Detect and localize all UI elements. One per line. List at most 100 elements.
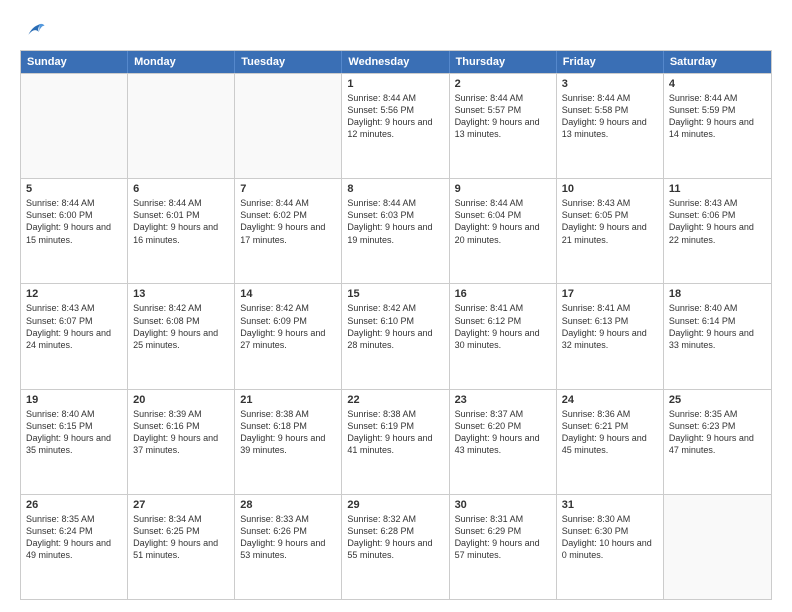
cell-day-number: 7 <box>240 183 336 195</box>
cell-info: Sunrise: 8:31 AM Sunset: 6:29 PM Dayligh… <box>455 513 551 562</box>
calendar-cell: 26 Sunrise: 8:35 AM Sunset: 6:24 PM Dayli… <box>21 495 128 599</box>
calendar-cell: 1 Sunrise: 8:44 AM Sunset: 5:56 PM Daylig… <box>342 74 449 178</box>
cell-day-number: 6 <box>133 183 229 195</box>
calendar-row-1: 5Sunrise: 8:44 AM Sunset: 6:00 PM Daylig… <box>21 178 771 283</box>
calendar-cell: 29Sunrise: 8:32 AM Sunset: 6:28 PM Dayli… <box>342 495 449 599</box>
cell-day-number: 25 <box>669 394 766 406</box>
calendar-cell: 19Sunrise: 8:40 AM Sunset: 6:15 PM Dayli… <box>21 390 128 494</box>
cell-info: Sunrise: 8:30 AM Sunset: 6:30 PM Dayligh… <box>562 513 658 562</box>
cell-info: Sunrise: 8:44 AM Sunset: 5:56 PM Dayligh… <box>347 92 443 141</box>
calendar-row-0: 1 Sunrise: 8:44 AM Sunset: 5:56 PM Daylig… <box>21 73 771 178</box>
calendar-header-sunday: Sunday <box>21 51 128 73</box>
cell-day-number: 10 <box>562 183 658 195</box>
cell-info: Sunrise: 8:39 AM Sunset: 6:16 PM Dayligh… <box>133 408 229 457</box>
cell-info: Sunrise: 8:42 AM Sunset: 6:09 PM Dayligh… <box>240 302 336 351</box>
header <box>20 16 772 42</box>
cell-info: Sunrise: 8:38 AM Sunset: 6:19 PM Dayligh… <box>347 408 443 457</box>
logo-bird-icon <box>24 20 46 42</box>
calendar-cell: 8 Sunrise: 8:44 AM Sunset: 6:03 PM Daylig… <box>342 179 449 283</box>
calendar-cell: 22 Sunrise: 8:38 AM Sunset: 6:19 PM Dayli… <box>342 390 449 494</box>
cell-info: Sunrise: 8:35 AM Sunset: 6:23 PM Dayligh… <box>669 408 766 457</box>
cell-info: Sunrise: 8:44 AM Sunset: 6:02 PM Dayligh… <box>240 197 336 246</box>
calendar: SundayMondayTuesdayWednesdayThursdayFrid… <box>20 50 772 600</box>
calendar-row-3: 19Sunrise: 8:40 AM Sunset: 6:15 PM Dayli… <box>21 389 771 494</box>
calendar-cell: 4Sunrise: 8:44 AM Sunset: 5:59 PM Daylig… <box>664 74 771 178</box>
cell-day-number: 2 <box>455 78 551 90</box>
calendar-header-thursday: Thursday <box>450 51 557 73</box>
calendar-cell: 12Sunrise: 8:43 AM Sunset: 6:07 PM Dayli… <box>21 284 128 388</box>
calendar-cell: 30 Sunrise: 8:31 AM Sunset: 6:29 PM Dayli… <box>450 495 557 599</box>
calendar-cell: 17Sunrise: 8:41 AM Sunset: 6:13 PM Dayli… <box>557 284 664 388</box>
calendar-cell: 20 Sunrise: 8:39 AM Sunset: 6:16 PM Dayli… <box>128 390 235 494</box>
calendar-cell: 25 Sunrise: 8:35 AM Sunset: 6:23 PM Dayli… <box>664 390 771 494</box>
cell-info: Sunrise: 8:40 AM Sunset: 6:15 PM Dayligh… <box>26 408 122 457</box>
calendar-cell: 3Sunrise: 8:44 AM Sunset: 5:58 PM Daylig… <box>557 74 664 178</box>
cell-info: Sunrise: 8:42 AM Sunset: 6:10 PM Dayligh… <box>347 302 443 351</box>
cell-day-number: 23 <box>455 394 551 406</box>
calendar-cell: 10 Sunrise: 8:43 AM Sunset: 6:05 PM Dayli… <box>557 179 664 283</box>
calendar-body: 1 Sunrise: 8:44 AM Sunset: 5:56 PM Daylig… <box>21 73 771 599</box>
calendar-cell: 9Sunrise: 8:44 AM Sunset: 6:04 PM Daylig… <box>450 179 557 283</box>
calendar-cell <box>128 74 235 178</box>
calendar-row-4: 26 Sunrise: 8:35 AM Sunset: 6:24 PM Dayli… <box>21 494 771 599</box>
calendar-cell: 16 Sunrise: 8:41 AM Sunset: 6:12 PM Dayli… <box>450 284 557 388</box>
cell-info: Sunrise: 8:41 AM Sunset: 6:12 PM Dayligh… <box>455 302 551 351</box>
cell-info: Sunrise: 8:33 AM Sunset: 6:26 PM Dayligh… <box>240 513 336 562</box>
cell-info: Sunrise: 8:32 AM Sunset: 6:28 PM Dayligh… <box>347 513 443 562</box>
calendar-cell: 21 Sunrise: 8:38 AM Sunset: 6:18 PM Dayli… <box>235 390 342 494</box>
calendar-header-friday: Friday <box>557 51 664 73</box>
calendar-cell <box>235 74 342 178</box>
calendar-cell: 11 Sunrise: 8:43 AM Sunset: 6:06 PM Dayli… <box>664 179 771 283</box>
calendar-row-2: 12Sunrise: 8:43 AM Sunset: 6:07 PM Dayli… <box>21 283 771 388</box>
page: SundayMondayTuesdayWednesdayThursdayFrid… <box>0 0 792 612</box>
cell-day-number: 24 <box>562 394 658 406</box>
calendar-cell: 15 Sunrise: 8:42 AM Sunset: 6:10 PM Dayli… <box>342 284 449 388</box>
cell-day-number: 26 <box>26 499 122 511</box>
calendar-header: SundayMondayTuesdayWednesdayThursdayFrid… <box>21 51 771 73</box>
cell-day-number: 30 <box>455 499 551 511</box>
cell-info: Sunrise: 8:43 AM Sunset: 6:05 PM Dayligh… <box>562 197 658 246</box>
calendar-cell <box>664 495 771 599</box>
cell-day-number: 16 <box>455 288 551 300</box>
calendar-header-wednesday: Wednesday <box>342 51 449 73</box>
calendar-cell: 13 Sunrise: 8:42 AM Sunset: 6:08 PM Dayli… <box>128 284 235 388</box>
cell-info: Sunrise: 8:36 AM Sunset: 6:21 PM Dayligh… <box>562 408 658 457</box>
cell-info: Sunrise: 8:43 AM Sunset: 6:06 PM Dayligh… <box>669 197 766 246</box>
cell-day-number: 18 <box>669 288 766 300</box>
cell-day-number: 22 <box>347 394 443 406</box>
cell-info: Sunrise: 8:35 AM Sunset: 6:24 PM Dayligh… <box>26 513 122 562</box>
calendar-header-saturday: Saturday <box>664 51 771 73</box>
cell-day-number: 12 <box>26 288 122 300</box>
cell-day-number: 15 <box>347 288 443 300</box>
cell-info: Sunrise: 8:42 AM Sunset: 6:08 PM Dayligh… <box>133 302 229 351</box>
cell-day-number: 1 <box>347 78 443 90</box>
cell-info: Sunrise: 8:44 AM Sunset: 6:00 PM Dayligh… <box>26 197 122 246</box>
cell-day-number: 13 <box>133 288 229 300</box>
cell-info: Sunrise: 8:37 AM Sunset: 6:20 PM Dayligh… <box>455 408 551 457</box>
cell-day-number: 27 <box>133 499 229 511</box>
cell-day-number: 17 <box>562 288 658 300</box>
cell-info: Sunrise: 8:44 AM Sunset: 6:03 PM Dayligh… <box>347 197 443 246</box>
cell-day-number: 8 <box>347 183 443 195</box>
cell-info: Sunrise: 8:44 AM Sunset: 5:57 PM Dayligh… <box>455 92 551 141</box>
cell-info: Sunrise: 8:38 AM Sunset: 6:18 PM Dayligh… <box>240 408 336 457</box>
calendar-cell: 5Sunrise: 8:44 AM Sunset: 6:00 PM Daylig… <box>21 179 128 283</box>
calendar-cell: 18 Sunrise: 8:40 AM Sunset: 6:14 PM Dayli… <box>664 284 771 388</box>
cell-day-number: 3 <box>562 78 658 90</box>
cell-day-number: 21 <box>240 394 336 406</box>
calendar-cell: 7 Sunrise: 8:44 AM Sunset: 6:02 PM Daylig… <box>235 179 342 283</box>
cell-day-number: 31 <box>562 499 658 511</box>
calendar-cell: 27Sunrise: 8:34 AM Sunset: 6:25 PM Dayli… <box>128 495 235 599</box>
logo <box>20 20 46 42</box>
cell-day-number: 14 <box>240 288 336 300</box>
cell-day-number: 20 <box>133 394 229 406</box>
calendar-cell: 23 Sunrise: 8:37 AM Sunset: 6:20 PM Dayli… <box>450 390 557 494</box>
cell-day-number: 11 <box>669 183 766 195</box>
cell-day-number: 9 <box>455 183 551 195</box>
calendar-cell: 31 Sunrise: 8:30 AM Sunset: 6:30 PM Dayli… <box>557 495 664 599</box>
calendar-cell: 6 Sunrise: 8:44 AM Sunset: 6:01 PM Daylig… <box>128 179 235 283</box>
calendar-cell: 28Sunrise: 8:33 AM Sunset: 6:26 PM Dayli… <box>235 495 342 599</box>
cell-info: Sunrise: 8:40 AM Sunset: 6:14 PM Dayligh… <box>669 302 766 351</box>
cell-info: Sunrise: 8:44 AM Sunset: 6:01 PM Dayligh… <box>133 197 229 246</box>
calendar-cell: 14 Sunrise: 8:42 AM Sunset: 6:09 PM Dayli… <box>235 284 342 388</box>
